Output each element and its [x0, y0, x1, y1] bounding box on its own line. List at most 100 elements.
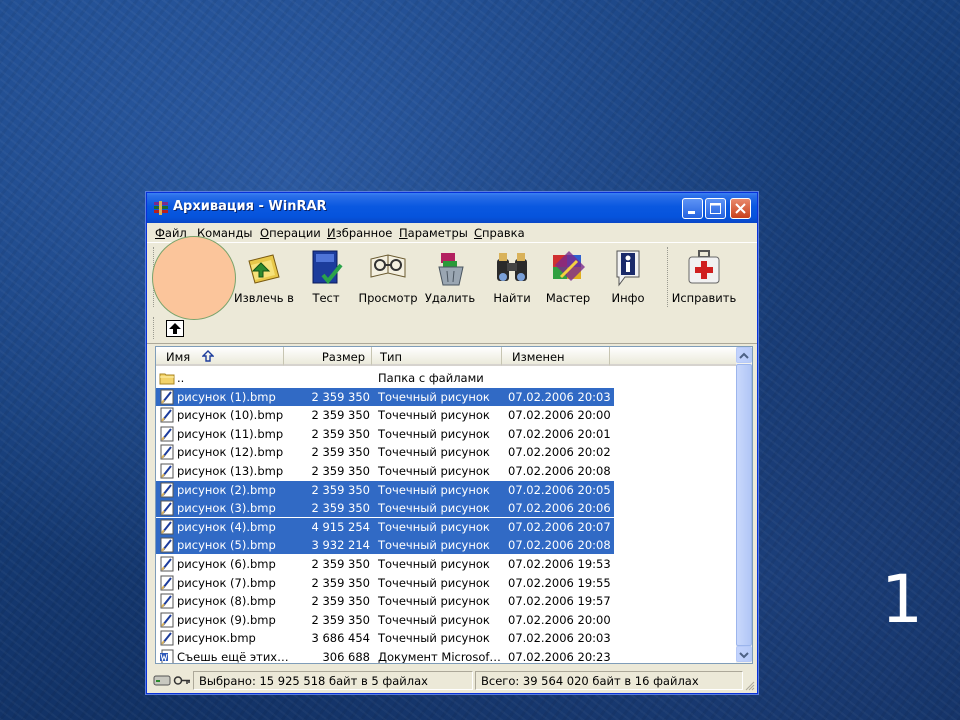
column-header: Имя Размер Тип Изменен [156, 347, 736, 367]
file-name: рисунок (7).bmp [177, 575, 276, 590]
view-icon [370, 254, 406, 278]
file-row[interactable]: рисунок (2).bmp 2 359 350 Точечный рисунок… [156, 480, 614, 499]
menu-favorites[interactable]: Избранное [327, 226, 392, 240]
address-grip[interactable] [153, 317, 156, 339]
winrar-window: Архивация - WinRAR Файл Команды Операции… [146, 192, 758, 694]
file-row[interactable]: рисунок (6).bmp 2 359 350 Точечный рисунок… [156, 555, 614, 573]
menu-options[interactable]: Параметры [399, 226, 468, 240]
file-type: Точечный рисунок [378, 612, 490, 627]
bmp-icon [160, 612, 174, 628]
winrar-logo-icon [154, 201, 168, 215]
file-size: 3 686 454 [311, 631, 370, 646]
file-date: 07.02.2006 19:53 [508, 557, 611, 571]
info-icon [616, 250, 640, 287]
file-type: Точечный рисунок [378, 464, 490, 478]
file-name: рисунок (3).bmp [177, 501, 276, 516]
bmp-icon [160, 630, 174, 646]
file-type: Точечный рисунок [378, 557, 490, 571]
test-button[interactable]: Тест [303, 247, 349, 307]
file-size: 4 915 254 [311, 519, 370, 534]
file-row[interactable]: рисунок (4).bmp 4 915 254 Точечный рисунок… [156, 517, 614, 536]
file-row[interactable]: рисунок (13).bmp 2 359 350 Точечный рисуно… [156, 462, 614, 480]
bmp-icon [160, 556, 174, 572]
sort-up-arrow-icon [202, 350, 214, 362]
file-name: рисунок (8).bmp [177, 594, 276, 609]
column-size-header[interactable]: Размер [284, 347, 372, 366]
bmp-icon [160, 575, 174, 591]
file-type: Точечный рисунок [378, 389, 490, 404]
file-name: рисунок (9).bmp [177, 612, 276, 627]
column-type-label: Тип [380, 350, 403, 364]
column-filler-header [610, 347, 736, 366]
file-type: Точечный рисунок [378, 501, 490, 516]
file-type: Точечный рисунок [378, 575, 490, 590]
file-name: .. [177, 371, 185, 385]
file-name: Съешь ещё этих… [177, 650, 289, 664]
file-row[interactable]: рисунок.bmp 3 686 454 Точечный рисунок 07.0… [156, 629, 614, 647]
menu-help[interactable]: Справка [474, 226, 525, 240]
column-type-header[interactable]: Тип [372, 347, 502, 366]
extract-to-button[interactable]: Извлечь в [234, 247, 294, 307]
column-modified-header[interactable]: Изменен [502, 347, 610, 366]
scroll-down-button[interactable] [736, 646, 752, 662]
file-row[interactable]: рисунок (7).bmp 2 359 350 Точечный рисунок… [156, 574, 614, 592]
wizard-button[interactable]: Мастер [545, 247, 591, 307]
file-type: Точечный рисунок [378, 594, 490, 609]
file-row[interactable]: рисунок (5).bmp 3 932 214 Точечный рисунок… [156, 536, 614, 555]
highlight-circle [152, 236, 236, 320]
repair-button[interactable]: Исправить [672, 247, 736, 307]
find-button[interactable]: Найти [489, 247, 535, 307]
close-button[interactable] [730, 198, 751, 219]
file-date: 07.02.2006 20:23 [508, 650, 611, 664]
file-type: Точечный рисунок [378, 631, 490, 646]
resize-grip-icon[interactable] [745, 681, 755, 691]
file-row[interactable]: рисунок (9).bmp 2 359 350 Точечный рисунок… [156, 611, 614, 629]
file-row[interactable]: рисунок (8).bmp 2 359 350 Точечный рисунок… [156, 592, 614, 610]
slide-number: 1 [881, 561, 923, 638]
vertical-scrollbar[interactable] [736, 347, 752, 663]
up-arrow-icon [169, 323, 181, 334]
test-label: Тест [312, 291, 340, 305]
chevron-down-icon [739, 652, 749, 659]
file-size: 3 932 214 [311, 538, 370, 553]
view-button[interactable]: Просмотр [358, 247, 418, 307]
title-bar[interactable]: Архивация - WinRAR [147, 193, 757, 223]
wizard-label: Мастер [545, 291, 591, 305]
delete-button[interactable]: Удалить [425, 247, 475, 307]
file-size: 2 359 350 [311, 408, 370, 423]
file-row[interactable]: рисунок (3).bmp 2 359 350 Точечный рисунок… [156, 499, 614, 518]
file-row[interactable]: рисунок (10).bmp 2 359 350 Точечный рисуно… [156, 406, 614, 424]
file-row[interactable]: рисунок (12).bmp 2 359 350 Точечный рисуно… [156, 443, 614, 461]
status-bar: Выбрано: 15 925 518 байт в 5 файлах Всег… [147, 669, 757, 693]
file-size: 2 359 350 [311, 594, 370, 609]
scroll-thumb[interactable] [736, 364, 752, 646]
file-date: 07.02.2006 20:01 [508, 426, 611, 441]
scroll-up-button[interactable] [736, 347, 752, 363]
file-row[interactable]: Съешь ещё этих… 306 688 Документ Microsof…… [156, 648, 614, 664]
file-name: рисунок (12).bmp [177, 445, 284, 460]
delete-icon [438, 253, 464, 286]
info-button[interactable]: Инфо [605, 247, 651, 307]
minimize-button[interactable] [682, 198, 703, 219]
find-icon [497, 253, 527, 281]
wizard-icon [553, 251, 585, 281]
file-row[interactable]: .. Папка с файлами [156, 369, 614, 387]
close-icon [735, 203, 746, 214]
menu-operations[interactable]: Операции [260, 226, 321, 240]
bmp-icon [160, 463, 174, 479]
file-row[interactable]: рисунок (11).bmp 2 359 350 Точечный рисуно… [156, 425, 614, 443]
file-row[interactable]: рисунок (1).bmp 2 359 350 Точечный рисунок… [156, 387, 614, 406]
view-label: Просмотр [358, 291, 418, 305]
bmp-icon [160, 407, 174, 423]
test-icon [312, 250, 343, 285]
column-modified-label: Изменен [512, 350, 565, 364]
up-folder-button[interactable] [166, 320, 184, 337]
file-date: 07.02.2006 20:02 [508, 445, 611, 460]
maximize-button[interactable] [705, 198, 726, 219]
column-name-header[interactable]: Имя [156, 347, 284, 366]
file-type: Точечный рисунок [378, 538, 490, 553]
toolbar: Извлечь в Тест Просмотр Удалить Найти Ма… [147, 242, 757, 314]
file-date: 07.02.2006 19:55 [508, 575, 611, 590]
file-type: Папка с файлами [378, 371, 484, 385]
file-size: 2 359 350 [311, 389, 370, 404]
